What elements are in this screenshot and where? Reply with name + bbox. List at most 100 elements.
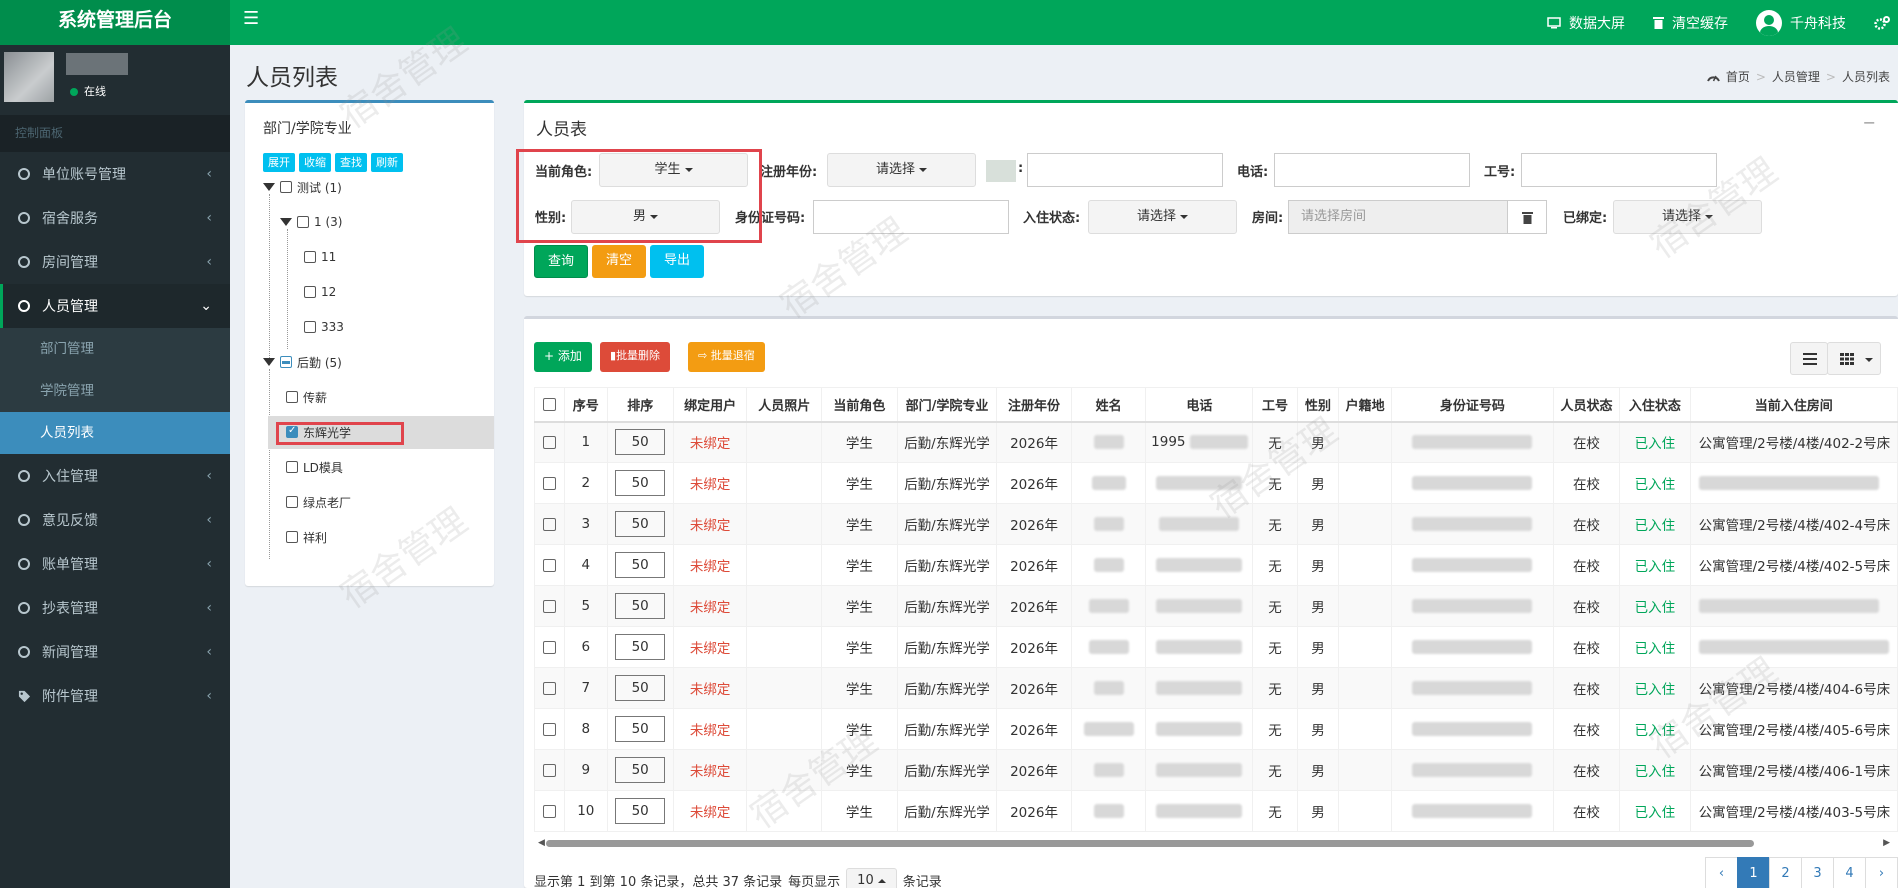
refresh-button[interactable]: 刷新 — [371, 153, 403, 172]
sort-input[interactable]: 50 — [615, 593, 666, 619]
sort-input[interactable]: 50 — [615, 634, 666, 660]
tree-node-xiangli[interactable]: 祥利 — [286, 527, 327, 547]
col-header[interactable]: 排序 — [606, 387, 674, 423]
row-checkbox[interactable] — [543, 517, 557, 531]
tree-node-1[interactable]: 1 (3) — [280, 212, 342, 232]
row-select-cell[interactable] — [533, 421, 566, 463]
minimize-icon[interactable]: − — [1863, 113, 1876, 132]
row-select-cell[interactable] — [533, 708, 566, 750]
sidebar-item-room[interactable]: 房间管理 ‹ — [0, 240, 230, 284]
export-button[interactable]: 导出 — [650, 245, 704, 278]
table-row[interactable]: 4 50 未绑定 学生 后勤/东辉光学 2026年 无男 在校 已入住 公寓管理/2号楼/4楼/4… — [533, 544, 1898, 586]
dashboard-link[interactable]: 数据大屏 — [1533, 0, 1639, 45]
job-no-input[interactable] — [1521, 153, 1717, 187]
sidebar-subitem-college[interactable]: 学院管理 — [0, 370, 230, 412]
tree-checkbox[interactable] — [286, 531, 298, 543]
col-header[interactable]: 姓名 — [1070, 387, 1147, 423]
tree-node-11[interactable]: 11 — [304, 247, 336, 267]
sidebar-item-attachment[interactable]: 附件管理 ‹ — [0, 674, 230, 718]
batch-checkout-button[interactable]: ⇨ 批量退宿 — [688, 342, 765, 372]
tree-node-lvdian[interactable]: 绿点老厂 — [286, 492, 351, 512]
sidebar-item-meter[interactable]: 抄表管理 ‹ — [0, 586, 230, 630]
tree-node-logistics[interactable]: 后勤 (5) — [263, 352, 342, 372]
page-button[interactable]: 1 — [1737, 857, 1770, 888]
row-checkbox[interactable] — [543, 804, 557, 818]
row-checkbox[interactable] — [543, 763, 557, 777]
row-select-cell[interactable] — [533, 544, 566, 586]
row-checkbox[interactable] — [543, 435, 557, 449]
col-header[interactable]: 部门/学院专业 — [896, 387, 998, 423]
table-row[interactable]: 3 50 未绑定 学生 后勤/东辉光学 2026年 无男 在校 已入住 公寓管理/2号楼/4楼/4… — [533, 503, 1898, 545]
tree-node-test[interactable]: 测试 (1) — [263, 177, 342, 197]
id-no-input[interactable] — [813, 200, 1009, 234]
col-header[interactable]: 电话 — [1145, 387, 1254, 423]
col-header[interactable]: 户籍地 — [1338, 387, 1393, 423]
row-checkbox[interactable] — [543, 722, 557, 736]
batch-delete-button[interactable]: ▮批量删除 — [600, 342, 671, 372]
tree-node-chuanxin[interactable]: 传薪 — [286, 387, 327, 407]
sort-input[interactable]: 50 — [615, 511, 666, 537]
reg-year-select[interactable]: 请选择 — [827, 153, 976, 187]
name-input[interactable] — [1027, 153, 1223, 187]
checkin-select[interactable]: 请选择 — [1088, 200, 1237, 234]
table-row[interactable]: 6 50 未绑定 学生 后勤/东辉光学 2026年 无男 在校 已入住 — [533, 626, 1898, 668]
sort-input[interactable]: 50 — [615, 552, 666, 578]
col-header[interactable]: 身份证号码 — [1391, 387, 1554, 423]
sort-input[interactable]: 50 — [615, 470, 666, 496]
table-row[interactable]: 10 50 未绑定 学生 后勤/东辉光学 2026年 无男 在校 已入住 公寓管理/2号楼/4楼/… — [533, 790, 1898, 832]
table-row[interactable]: 9 50 未绑定 学生 后勤/东辉光学 2026年 无男 在校 已入住 公寓管理/2号楼/4楼/4… — [533, 749, 1898, 791]
horizontal-scrollbar[interactable]: ◀ ▶ — [538, 837, 1890, 849]
sidebar-subitem-personnel-list[interactable]: 人员列表 — [0, 412, 230, 454]
row-checkbox[interactable] — [543, 599, 557, 613]
sidebar-item-feedback[interactable]: 意见反馈 ‹ — [0, 498, 230, 542]
table-row[interactable]: 8 50 未绑定 学生 后勤/东辉光学 2026年 无男 在校 已入住 公寓管理/2号楼/4楼/4… — [533, 708, 1898, 750]
sidebar-item-checkin[interactable]: 入住管理 ‹ — [0, 454, 230, 498]
breadcrumb-personnel[interactable]: 人员管理 — [1772, 68, 1820, 85]
tree-checkbox[interactable] — [304, 286, 316, 298]
sort-input[interactable]: 50 — [615, 429, 666, 456]
scroll-right-icon[interactable]: ▶ — [1883, 838, 1890, 848]
tree-node-333[interactable]: 333 — [304, 317, 344, 337]
prev-page-button[interactable]: ‹ — [1705, 857, 1738, 888]
row-checkbox[interactable] — [543, 640, 557, 654]
row-checkbox[interactable] — [543, 681, 557, 695]
sidebar-item-account[interactable]: 单位账号管理 ‹ — [0, 152, 230, 196]
tree-checkbox[interactable] — [280, 356, 292, 368]
sort-input[interactable]: 50 — [615, 757, 666, 783]
add-button[interactable]: + 添加 — [534, 342, 592, 372]
sidebar-item-news[interactable]: 新闻管理 ‹ — [0, 630, 230, 674]
clear-room-button[interactable] — [1507, 200, 1547, 234]
col-header[interactable]: 人员照片 — [746, 387, 823, 423]
table-row[interactable]: 2 50 未绑定 学生 后勤/东辉光学 2026年 无男 在校 已入住 — [533, 462, 1898, 504]
row-checkbox[interactable] — [543, 558, 557, 572]
tree-checkbox[interactable] — [304, 251, 316, 263]
tree-checkbox[interactable] — [286, 461, 298, 473]
column-toggle-button[interactable] — [1827, 342, 1881, 375]
expand-button[interactable]: 展开 — [263, 153, 295, 172]
collapse-button[interactable]: 收缩 — [299, 153, 331, 172]
row-select-cell[interactable] — [533, 790, 566, 832]
scroll-thumb[interactable] — [546, 840, 1754, 847]
tree-checkbox[interactable] — [286, 496, 298, 508]
user-menu[interactable]: 千舟科技 — [1742, 0, 1860, 45]
find-button[interactable]: 查找 — [335, 153, 367, 172]
tree-checkbox[interactable] — [280, 181, 292, 193]
row-select-cell[interactable] — [533, 462, 566, 504]
tree-checkbox[interactable] — [297, 216, 309, 228]
table-row[interactable]: 5 50 未绑定 学生 后勤/东辉光学 2026年 无男 在校 已入住 — [533, 585, 1898, 627]
caret-down-icon[interactable] — [263, 183, 275, 191]
row-select-cell[interactable] — [533, 749, 566, 791]
bound-select[interactable]: 请选择 — [1613, 200, 1762, 234]
scroll-left-icon[interactable]: ◀ — [538, 838, 545, 848]
search-button[interactable]: 查询 — [534, 245, 588, 278]
col-header[interactable]: 性别 — [1296, 387, 1340, 423]
page-size-select[interactable]: 10 — [846, 868, 897, 888]
row-select-cell[interactable] — [533, 503, 566, 545]
col-header[interactable]: 当前入住房间 — [1689, 387, 1898, 423]
caret-down-icon[interactable] — [280, 218, 292, 226]
select-all-header[interactable] — [533, 387, 566, 423]
row-select-cell[interactable] — [533, 667, 566, 709]
tree-checkbox[interactable] — [304, 321, 316, 333]
list-view-button[interactable] — [1790, 342, 1828, 375]
sidebar-item-personnel[interactable]: 人员管理 ⌄ — [0, 284, 230, 328]
